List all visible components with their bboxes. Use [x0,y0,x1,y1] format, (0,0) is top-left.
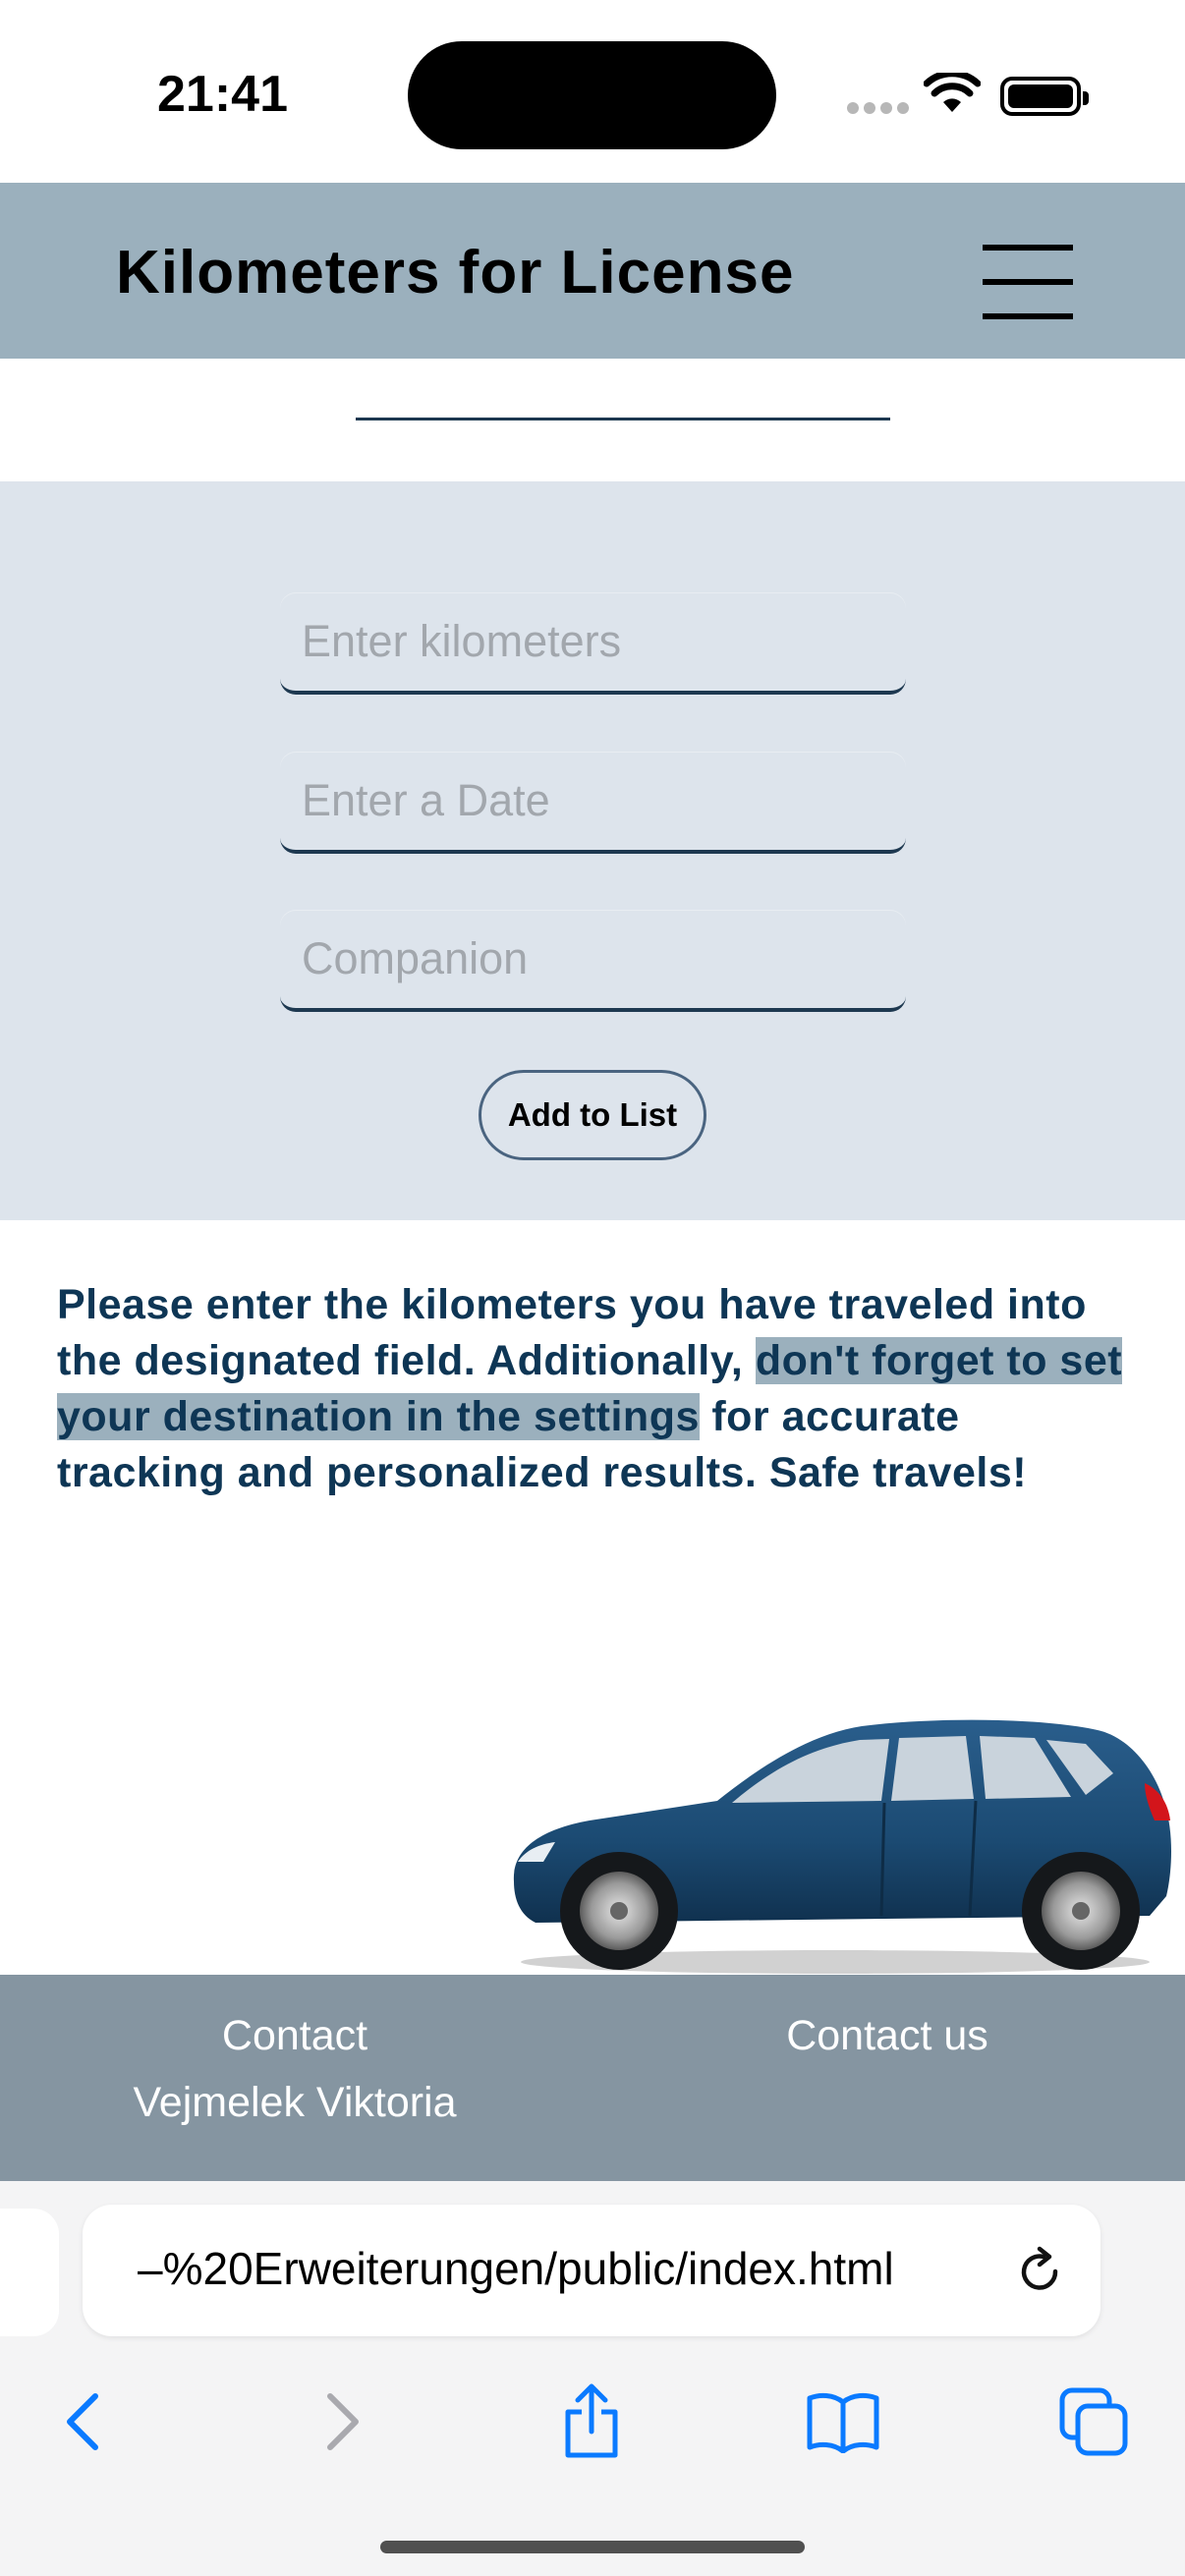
forward-icon [327,2393,359,2450]
home-indicator [380,2541,805,2553]
kilometers-input[interactable] [280,592,906,691]
wifi-icon [924,73,981,112]
add-to-list-button[interactable]: Add to List [479,1070,706,1160]
back-button[interactable] [39,2378,128,2466]
share-icon [565,2383,618,2458]
hamburger-menu-icon[interactable] [983,245,1073,319]
url-text[interactable]: –%20Erweiterungen/public/index.html [138,2242,973,2295]
instructions-text: Please enter the kilometers you have tra… [57,1277,1138,1501]
address-bar[interactable]: –%20Erweiterungen/public/index.html [83,2205,1100,2336]
page-title: Kilometers for License [116,239,795,307]
footer-contact-heading: Contact [221,2012,368,2059]
bookmarks-button[interactable] [799,2378,887,2466]
tabs-button[interactable] [1049,2378,1138,2466]
date-input[interactable] [280,752,906,850]
browser-chrome: –%20Erweiterungen/public/index.html [0,2181,1185,2576]
forward-button[interactable] [298,2378,386,2466]
status-time: 21:41 [157,66,288,123]
previous-tab-preview[interactable] [0,2209,59,2336]
status-bar: 21:41 [0,0,1185,183]
cellular-signal-icon [847,102,909,118]
companion-input[interactable] [280,910,906,1008]
footer-contact: Contact Vejmelek Viktoria [98,2002,491,2136]
bookmarks-icon [807,2392,879,2453]
battery-icon [1000,77,1089,116]
date-field[interactable] [280,752,906,854]
divider [356,418,890,420]
page-footer: Contact Vejmelek Viktoria Contact us [0,1975,1185,2181]
footer-contact-name: Vejmelek Viktoria [133,2079,457,2126]
reload-icon[interactable] [1012,2244,1069,2301]
app-header: Kilometers for License [0,183,1185,359]
dynamic-island [408,41,776,149]
kilometers-field[interactable] [280,592,906,695]
contact-us-link[interactable]: Contact us [691,2002,1084,2069]
car-illustration [513,1719,1171,1974]
tabs-icon [1059,2387,1128,2456]
back-icon [67,2393,98,2450]
companion-field[interactable] [280,910,906,1012]
share-button[interactable] [547,2378,636,2466]
footer-contact-us[interactable]: Contact us [691,2002,1084,2069]
